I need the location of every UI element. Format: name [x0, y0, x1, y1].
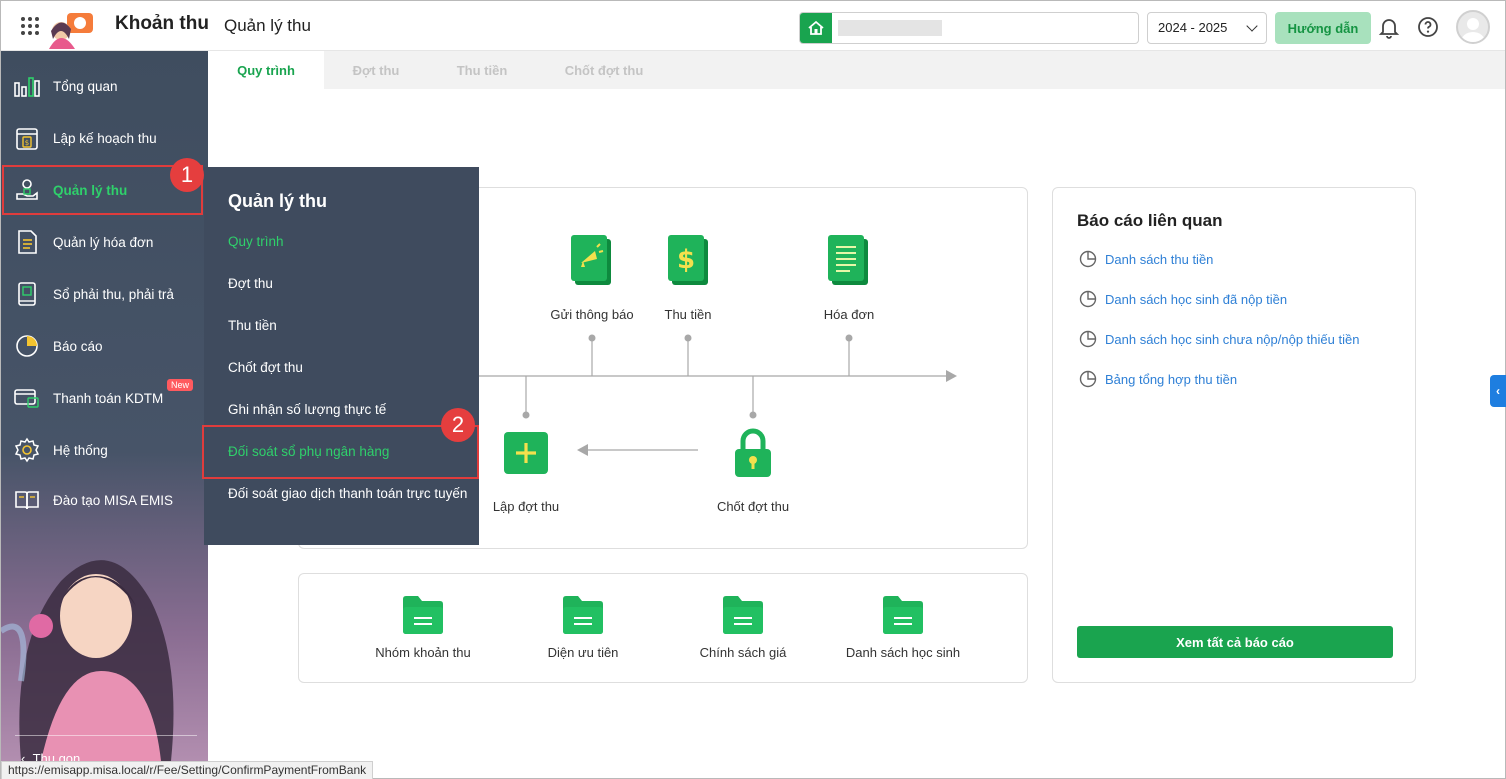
report-link[interactable]: Danh sách học sinh chưa nộp/nộp thiếu ti… — [1079, 330, 1359, 348]
apps-grid-icon[interactable] — [21, 17, 39, 35]
sidebar-item-reports[interactable]: Báo cáo — [1, 320, 208, 372]
folder-label-student-list[interactable]: Danh sách học sinh — [833, 645, 973, 660]
ledger-icon — [13, 280, 41, 308]
add-batch-icon[interactable] — [503, 431, 549, 475]
app-logo — [49, 13, 93, 49]
lock-icon[interactable] — [731, 427, 775, 479]
sidebar-item-invoice[interactable]: Quản lý hóa đơn — [1, 216, 208, 268]
folder-label-pricing-policy[interactable]: Chính sách giá — [673, 645, 813, 660]
report-link-label: Danh sách thu tiền — [1105, 251, 1214, 267]
sidebar-item-system[interactable]: Hệ thống — [1, 424, 208, 476]
flyout-title: Quản lý thu — [228, 191, 327, 211]
tab-close-batch[interactable]: Chốt đợt thu — [536, 51, 672, 89]
tab-process[interactable]: Quy trình — [208, 51, 324, 89]
view-all-reports-button[interactable]: Xem tất cả báo cáo — [1077, 626, 1393, 658]
pie-chart-icon — [1079, 290, 1097, 308]
folder-label-priority[interactable]: Diện ưu tiên — [513, 645, 653, 660]
sidebar-item-label: Tổng quan — [53, 78, 118, 94]
folder-icon[interactable] — [562, 595, 604, 635]
svg-text:$: $ — [25, 139, 29, 147]
app-title: Khoản thu — [115, 13, 209, 34]
flyout-item-record-actual[interactable]: Ghi nhận số lượng thực tế — [228, 401, 468, 419]
gear-icon — [13, 436, 41, 464]
help-icon[interactable] — [1416, 15, 1440, 39]
book-icon — [13, 486, 41, 514]
sidebar-item-label: Lập kế hoạch thu — [53, 130, 157, 146]
sidebar-item-label: Đào tạo MISA EMIS — [53, 492, 174, 508]
flyout-item-collect[interactable]: Thu tiền — [228, 317, 468, 335]
page-title: Quản lý thu — [224, 16, 311, 35]
calendar-dollar-icon: $ — [13, 124, 41, 152]
notification-icon[interactable] — [569, 233, 613, 287]
sidebar-item-label: Thanh toán KDTM — [53, 390, 164, 406]
sidebar-illustration — [1, 560, 174, 761]
sidebar-item-label: Hệ thống — [53, 442, 108, 458]
school-year-value: 2024 - 2025 — [1158, 20, 1228, 35]
sidebar-item-label: Sổ phải thu, phải trả — [53, 286, 174, 302]
top-bar: Khoản thu Quản lý thu 2024 - 2025 Hướng … — [1, 1, 1505, 51]
panel-toggle-icon[interactable]: ‹ — [1490, 375, 1506, 407]
tab-fee-batch[interactable]: Đợt thu — [324, 51, 428, 89]
process-label-close-batch: Chốt đợt thu — [716, 499, 790, 514]
tab-collect[interactable]: Thu tiền — [428, 51, 536, 89]
folder-icon[interactable] — [722, 595, 764, 635]
highlight-bank-reconcile — [202, 425, 479, 479]
sidebar-item-cashless-payment[interactable]: Thanh toán KDTM New — [1, 372, 208, 424]
sidebar-item-label: Quản lý hóa đơn — [53, 234, 154, 250]
flyout-item-process[interactable]: Quy trình — [228, 233, 468, 251]
new-badge: New — [167, 379, 194, 391]
pie-chart-icon — [13, 332, 41, 360]
sidebar-item-label: Báo cáo — [53, 338, 103, 354]
pie-chart-icon — [1079, 250, 1097, 268]
flyout-item-close-batch[interactable]: Chốt đợt thu — [228, 359, 468, 377]
tab-bar: Quy trình Đợt thu Thu tiền Chốt đợt thu — [208, 51, 1505, 89]
report-link-label: Danh sách học sinh chưa nộp/nộp thiếu ti… — [1105, 331, 1360, 347]
chart-bars-icon — [13, 72, 41, 100]
school-name-redacted — [838, 20, 942, 36]
invoice-document-icon[interactable] — [826, 233, 870, 287]
sidebar-divider — [15, 735, 197, 736]
folder-icon[interactable] — [402, 595, 444, 635]
pie-chart-icon — [1079, 330, 1097, 348]
step-marker-1: 1 — [170, 158, 204, 192]
chevron-down-icon — [1246, 20, 1258, 32]
guide-button[interactable]: Hướng dẫn — [1275, 12, 1371, 44]
report-link-label: Danh sách học sinh đã nộp tiền — [1105, 291, 1288, 307]
report-link[interactable]: Danh sách học sinh đã nộp tiền — [1079, 290, 1287, 308]
fee-management-flyout: Quản lý thu Quy trình Đợt thu Thu tiền C… — [204, 167, 479, 545]
dollar-document-icon[interactable]: $ — [666, 233, 710, 287]
svg-text:$: $ — [677, 245, 695, 275]
sidebar-item-ledger[interactable]: Sổ phải thu, phải trả — [1, 268, 208, 320]
flyout-item-online-reconcile[interactable]: Đối soát giao dịch thanh toán trực tuyến — [228, 485, 468, 503]
card-payment-icon — [13, 384, 41, 412]
bell-icon[interactable] — [1377, 15, 1401, 39]
school-year-select[interactable]: 2024 - 2025 — [1147, 12, 1267, 44]
report-link-label: Bảng tổng hợp thu tiền — [1105, 371, 1238, 387]
folder-label-fee-groups[interactable]: Nhóm khoản thu — [353, 645, 493, 660]
report-link[interactable]: Danh sách thu tiền — [1079, 250, 1213, 268]
user-avatar[interactable] — [1456, 10, 1490, 44]
status-bar-url: https://emisapp.misa.local/r/Fee/Setting… — [1, 761, 374, 779]
school-selector[interactable] — [799, 12, 1139, 44]
flyout-item-fee-batch[interactable]: Đợt thu — [228, 275, 468, 293]
home-icon[interactable] — [800, 13, 832, 43]
sidebar-item-training[interactable]: Đào tạo MISA EMIS — [1, 474, 208, 526]
invoice-icon — [13, 228, 41, 256]
sidebar-item-plan[interactable]: $ Lập kế hoạch thu — [1, 112, 208, 164]
reports-title: Báo cáo liên quan — [1077, 211, 1223, 230]
step-marker-2: 2 — [441, 408, 475, 442]
sidebar-item-overview[interactable]: Tổng quan — [1, 60, 208, 112]
report-link[interactable]: Bảng tổng hợp thu tiền — [1079, 370, 1237, 388]
pie-chart-icon — [1079, 370, 1097, 388]
folder-icon[interactable] — [882, 595, 924, 635]
process-label-create-batch: Lập đợt thu — [492, 499, 560, 514]
